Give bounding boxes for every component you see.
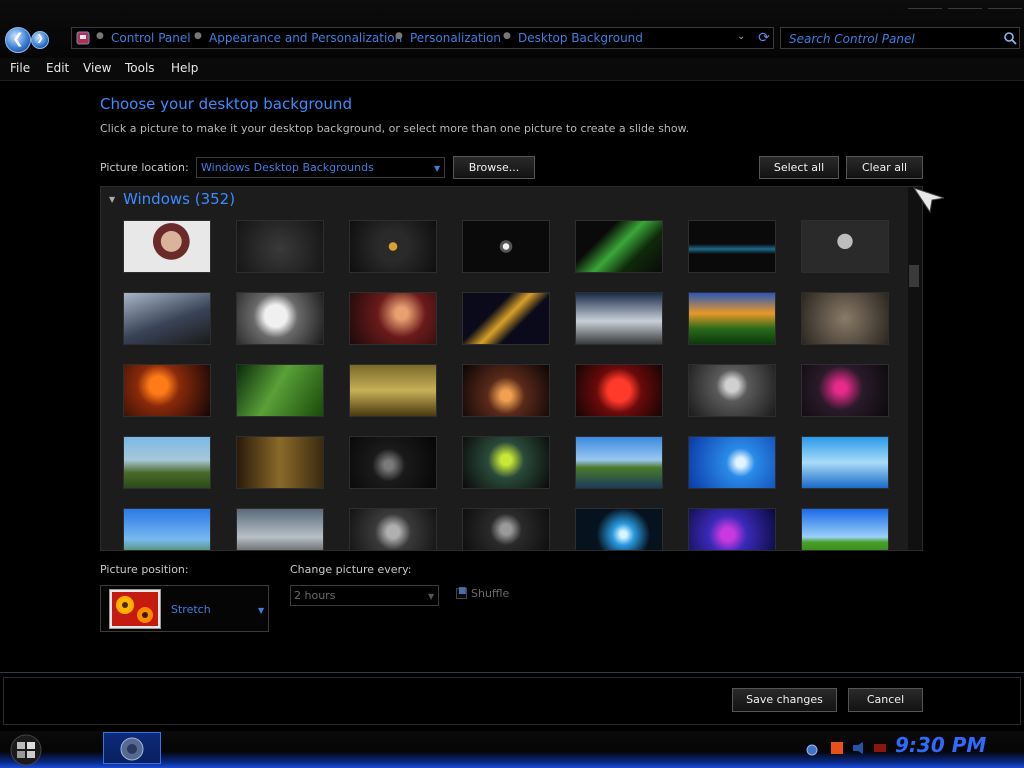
chevron-down-icon: ▼ xyxy=(258,606,265,615)
cancel-button[interactable]: Cancel xyxy=(848,688,923,712)
menu-view[interactable]: View xyxy=(83,61,111,75)
forward-arrow-icon[interactable]: ❯ xyxy=(31,31,49,49)
wallpaper-thumbnail[interactable] xyxy=(575,436,663,489)
wallpaper-thumbnail[interactable] xyxy=(801,220,889,273)
wallpaper-thumbnail[interactable] xyxy=(462,220,550,273)
taskbar-window-button[interactable] xyxy=(103,732,161,764)
network-icon[interactable] xyxy=(806,744,818,756)
menu-bar: File Edit View Tools Help xyxy=(0,58,1024,81)
wallpaper-thumbnail[interactable] xyxy=(801,436,889,489)
breadcrumb-appearance[interactable]: Appearance and Personalization xyxy=(209,31,402,45)
title-bar: ❮ ❯ ● Control Panel ● Appearance and Per… xyxy=(0,0,1024,58)
scrollbar-thumb[interactable] xyxy=(909,265,919,287)
picture-position-label: Picture position: xyxy=(100,563,189,576)
wallpaper-thumbnail[interactable] xyxy=(462,508,550,550)
chevron-down-icon[interactable]: ⌄ xyxy=(737,31,745,42)
picture-gallery: ▼ Windows (352) xyxy=(100,186,923,551)
chevron-down-icon: ▼ xyxy=(434,164,441,173)
checkmark-icon: ■ xyxy=(458,586,467,596)
picture-position-select[interactable]: Stretch ▼ xyxy=(100,585,269,632)
wallpaper-thumbnail[interactable] xyxy=(236,364,324,417)
wallpaper-thumbnail[interactable] xyxy=(123,220,211,273)
maximize-button[interactable] xyxy=(948,8,982,15)
menu-help[interactable]: Help xyxy=(171,61,198,75)
wallpaper-thumbnail[interactable] xyxy=(349,364,437,417)
wallpaper-thumbnail[interactable] xyxy=(575,508,663,550)
chevron-down-icon: ▼ xyxy=(428,592,435,601)
address-bar[interactable]: ● Control Panel ● Appearance and Persona… xyxy=(71,27,774,49)
refresh-icon[interactable]: ⟳ xyxy=(755,29,773,47)
start-button-icon[interactable] xyxy=(6,734,46,766)
picture-preview-icon xyxy=(109,589,161,629)
wallpaper-thumbnail[interactable] xyxy=(688,220,776,273)
mouse-cursor-icon xyxy=(912,187,945,214)
wallpaper-thumbnail[interactable] xyxy=(236,436,324,489)
wallpaper-thumbnail[interactable] xyxy=(123,508,211,550)
breadcrumb-desktop-background[interactable]: Desktop Background xyxy=(518,31,643,45)
speaker-icon[interactable] xyxy=(852,741,866,755)
crumb-separator-icon: ● xyxy=(395,31,403,41)
group-title[interactable]: Windows (352) xyxy=(123,190,235,208)
back-arrow-icon[interactable]: ❮ xyxy=(5,27,31,53)
picture-location-select[interactable]: Windows Desktop Backgrounds ▼ xyxy=(196,157,445,178)
wallpaper-thumbnail[interactable] xyxy=(575,220,663,273)
wallpaper-thumbnail[interactable] xyxy=(688,436,776,489)
wallpaper-thumbnail[interactable] xyxy=(349,220,437,273)
wallpaper-thumbnail[interactable] xyxy=(236,292,324,345)
wallpaper-thumbnail[interactable] xyxy=(236,508,324,550)
wallpaper-thumbnail[interactable] xyxy=(688,364,776,417)
wallpaper-thumbnail[interactable] xyxy=(123,436,211,489)
page-title: Choose your desktop background xyxy=(100,95,352,113)
browse-button[interactable]: Browse... xyxy=(453,156,535,179)
wallpaper-thumbnail[interactable] xyxy=(801,292,889,345)
breadcrumb-control-panel[interactable]: Control Panel xyxy=(111,31,191,45)
minimize-button[interactable] xyxy=(908,8,942,15)
wallpaper-thumbnail[interactable] xyxy=(123,364,211,417)
wallpaper-thumbnail[interactable] xyxy=(462,364,550,417)
wallpaper-thumbnail[interactable] xyxy=(688,508,776,550)
save-changes-button[interactable]: Save changes xyxy=(732,688,837,712)
collapse-icon[interactable]: ▼ xyxy=(109,195,115,204)
select-all-button[interactable]: Select all xyxy=(759,156,839,179)
breadcrumb-personalization[interactable]: Personalization xyxy=(410,31,501,45)
change-interval-label: Change picture every: xyxy=(290,563,412,576)
menu-edit[interactable]: Edit xyxy=(46,61,69,75)
picture-location-value: Windows Desktop Backgrounds xyxy=(201,161,374,174)
power-icon[interactable] xyxy=(873,741,887,755)
menu-file[interactable]: File xyxy=(10,61,30,75)
action-center-icon[interactable] xyxy=(830,741,844,755)
search-box[interactable] xyxy=(780,27,1020,49)
wallpaper-thumbnail[interactable] xyxy=(462,292,550,345)
shuffle-checkbox[interactable]: ■ xyxy=(456,586,467,599)
change-interval-select[interactable]: 2 hours ▼ xyxy=(290,585,439,606)
wallpaper-thumbnail[interactable] xyxy=(801,508,889,550)
search-icon[interactable] xyxy=(1003,31,1017,45)
wallpaper-thumbnail[interactable] xyxy=(462,436,550,489)
close-button[interactable] xyxy=(988,8,1022,15)
shuffle-label: Shuffle xyxy=(471,587,510,600)
crumb-separator-icon: ● xyxy=(194,31,202,41)
wallpaper-thumbnail[interactable] xyxy=(236,220,324,273)
crumb-separator-icon: ● xyxy=(96,31,104,41)
crumb-separator-icon: ● xyxy=(503,31,511,41)
control-panel-app-icon xyxy=(120,737,144,761)
wallpaper-thumbnail[interactable] xyxy=(575,364,663,417)
wallpaper-thumbnail[interactable] xyxy=(349,508,437,550)
clear-all-button[interactable]: Clear all xyxy=(846,156,923,179)
picture-location-label: Picture location: xyxy=(100,161,189,174)
wallpaper-thumbnail[interactable] xyxy=(349,436,437,489)
wallpaper-thumbnail[interactable] xyxy=(801,364,889,417)
wallpaper-thumbnail[interactable] xyxy=(349,292,437,345)
taskbar-clock[interactable]: 9:30 PM xyxy=(895,733,986,757)
wallpaper-thumbnail[interactable] xyxy=(688,292,776,345)
wallpaper-thumbnail[interactable] xyxy=(123,292,211,345)
picture-position-value: Stretch xyxy=(171,603,211,616)
change-interval-value: 2 hours xyxy=(294,589,336,602)
vertical-scrollbar[interactable] xyxy=(908,187,922,550)
control-panel-icon xyxy=(76,31,90,45)
search-input[interactable] xyxy=(787,29,1001,49)
page-description: Click a picture to make it your desktop … xyxy=(100,122,690,135)
wallpaper-thumbnail[interactable] xyxy=(575,292,663,345)
menu-tools[interactable]: Tools xyxy=(125,61,155,75)
